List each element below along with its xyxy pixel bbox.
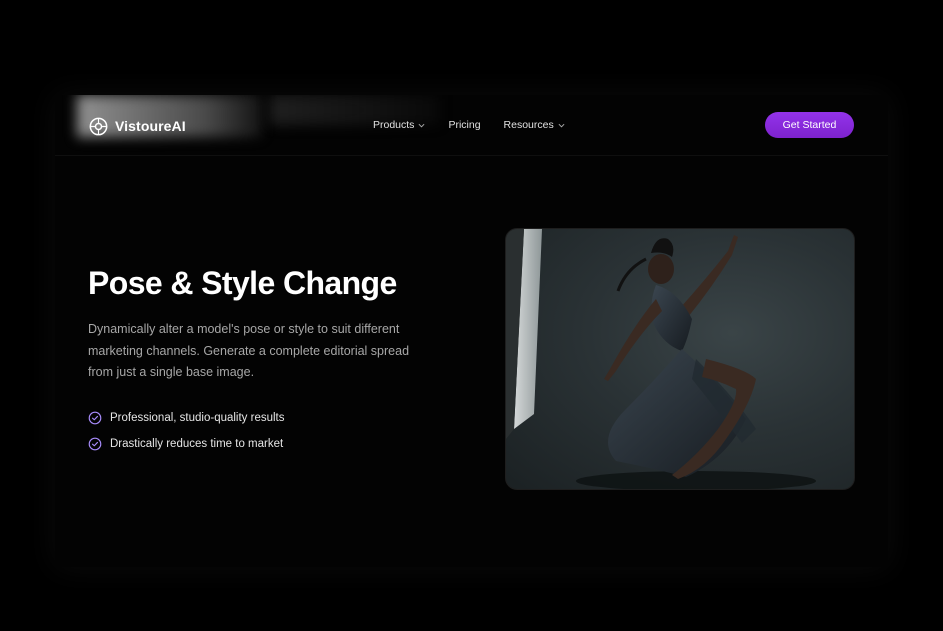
nav-item-pricing[interactable]: Pricing <box>448 119 480 131</box>
nav-item-resources[interactable]: Resources <box>504 119 565 131</box>
nav-item-label: Pricing <box>448 119 481 131</box>
aperture-icon <box>89 117 108 135</box>
page-frame: VistoureAI Products Pricing Resources Ge… <box>55 95 888 567</box>
feature-item: Drastically reduces time to market <box>88 431 285 457</box>
check-circle-icon <box>88 411 102 425</box>
chevron-down-icon <box>418 123 425 127</box>
top-navbar: VistoureAI Products Pricing Resources Ge… <box>55 95 888 156</box>
nav-item-products[interactable]: Products <box>373 119 425 131</box>
nav-item-label: Products <box>373 119 415 131</box>
hero-title: Pose & Style Change <box>88 265 397 301</box>
feature-text: Professional, studio-quality results <box>110 412 285 424</box>
check-circle-icon <box>88 437 102 451</box>
hero-description: Dynamically alter a model's pose or styl… <box>88 322 410 379</box>
feature-text: Drastically reduces time to market <box>110 438 284 450</box>
nav-item-label: Resources <box>503 119 554 131</box>
feature-item: Professional, studio-quality results <box>88 405 285 431</box>
feature-list: Professional, studio-quality results Dra… <box>88 405 285 457</box>
brand-name: VistoureAI <box>115 118 186 134</box>
brand-logo[interactable]: VistoureAI <box>89 116 186 136</box>
nav-menu: Products Pricing Resources <box>373 119 565 131</box>
chevron-down-icon <box>558 123 565 127</box>
get-started-button[interactable]: Get Started <box>765 112 854 138</box>
hero-image <box>505 228 855 490</box>
dancer-photo-illustration <box>506 229 816 489</box>
